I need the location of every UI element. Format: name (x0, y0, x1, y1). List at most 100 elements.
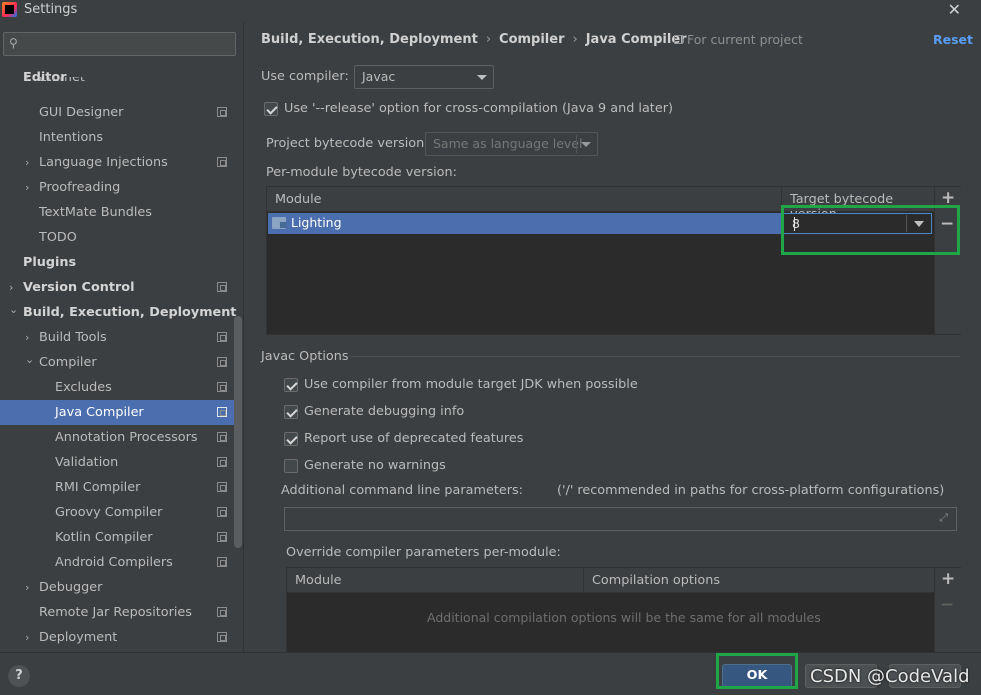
module-name: Lighting (291, 215, 342, 230)
sidebar-item-excludes[interactable]: Excludes (0, 375, 243, 400)
breadcrumb-item-current: Java Compiler (585, 32, 687, 47)
help-icon[interactable]: ? (8, 665, 30, 687)
project-scope-icon (217, 357, 227, 367)
column-header-module[interactable]: Module (275, 192, 322, 207)
javac-options-title: Javac Options (261, 349, 349, 364)
sidebar-item-version-control[interactable]: › Version Control (0, 275, 243, 300)
chevron-right-icon: › (25, 581, 30, 594)
per-module-bytecode-label: Per-module bytecode version: (266, 165, 457, 180)
override-params-table: Module Compilation options Additional co… (286, 567, 961, 653)
chevron-down-icon: ⌄ (25, 353, 35, 366)
sidebar-item-debugger[interactable]: › Debugger (0, 575, 243, 600)
sidebar-item-build-tools[interactable]: › Build Tools (0, 325, 243, 350)
sidebar-item-rmi-compiler[interactable]: RMI Compiler (0, 475, 243, 500)
cmd-params-input[interactable]: ⤢ (284, 507, 957, 531)
sidebar-item-validation[interactable]: Validation (0, 450, 243, 475)
table-row[interactable]: Lighting (268, 213, 782, 234)
sidebar-item-emmet[interactable]: › Emmet (0, 77, 243, 91)
intellij-app-icon (2, 2, 17, 17)
chevron-down-icon (581, 142, 591, 147)
sidebar-item-kotlin-compiler[interactable]: Kotlin Compiler (0, 525, 243, 550)
section-divider (350, 356, 960, 357)
scope-indicator: For current project (674, 32, 803, 47)
project-scope-icon (217, 432, 227, 442)
table-header: Module Compilation options (287, 568, 934, 593)
option-label: Generate debugging info (304, 404, 465, 419)
breadcrumb-separator: › (572, 32, 578, 47)
chevron-right-icon: › (25, 77, 29, 84)
sidebar-item-deployment[interactable]: › Deployment (0, 625, 243, 650)
expand-icon[interactable]: ⤢ (939, 511, 948, 525)
project-scope-icon (674, 35, 683, 44)
sidebar-item-textmate-bundles[interactable]: TextMate Bundles (0, 200, 243, 225)
column-header-module[interactable]: Module (295, 573, 342, 588)
search-icon: ⚲ (9, 36, 18, 50)
release-option-checkbox[interactable] (264, 102, 278, 116)
title-bar: Settings ✕ (0, 0, 981, 22)
sidebar-item-proofreading[interactable]: › Proofreading (0, 175, 243, 200)
sidebar-item-plugins[interactable]: Plugins (0, 250, 243, 275)
project-scope-icon (217, 332, 227, 342)
sidebar-item-annotation-processors[interactable]: Annotation Processors (0, 425, 243, 450)
use-compiler-label: Use compiler: (261, 69, 349, 84)
sidebar-item-android-compilers[interactable]: Android Compilers (0, 550, 243, 575)
project-scope-icon (217, 607, 227, 617)
sidebar-item-remote-jar-repositories[interactable]: Remote Jar Repositories (0, 600, 243, 625)
project-scope-icon (217, 507, 227, 517)
sidebar-item-build-execution-deployment[interactable]: ⌄ Build, Execution, Deployment (0, 300, 243, 325)
cmd-params-hint: ('/' recommended in paths for cross-plat… (557, 483, 945, 498)
project-bytecode-label: Project bytecode version: (266, 136, 429, 151)
breadcrumb-item[interactable]: Compiler (499, 32, 564, 47)
override-label: Override compiler parameters per-module: (286, 545, 561, 560)
highlight-box (781, 205, 960, 255)
option-label: Generate no warnings (304, 458, 446, 473)
project-scope-icon (217, 632, 227, 642)
sidebar-item-java-compiler[interactable]: Java Compiler (0, 400, 242, 425)
release-option-label: Use '--release' option for cross-compila… (284, 101, 673, 116)
project-scope-icon (217, 382, 227, 392)
project-scope-icon (217, 107, 227, 117)
breadcrumb: Build, Execution, Deployment › Compiler › Ja… (261, 32, 687, 47)
reset-link[interactable]: Reset (933, 32, 973, 47)
cmd-params-label: Additional command line parameters: (281, 483, 523, 498)
sidebar-item-compiler[interactable]: ⌄ Compiler (0, 350, 243, 375)
checkbox-no-warnings[interactable] (284, 459, 298, 473)
project-scope-icon (217, 557, 227, 567)
chevron-down-icon (477, 75, 487, 80)
project-bytecode-select: Same as language level (425, 132, 598, 156)
settings-sidebar: ⚲ Editor › Emmet GUI Designer Intentions… (0, 22, 244, 652)
settings-search-input[interactable]: ⚲ (3, 32, 236, 56)
project-scope-icon (217, 407, 227, 417)
chevron-right-icon: › (25, 631, 30, 644)
project-scope-icon (217, 157, 227, 167)
add-icon[interactable]: + (941, 569, 955, 589)
sidebar-item-intentions[interactable]: Intentions (0, 125, 243, 150)
breadcrumb-separator: › (485, 32, 492, 47)
option-label: Use compiler from module target JDK when… (304, 377, 638, 392)
sidebar-item-language-injections[interactable]: › Language Injections (0, 150, 243, 175)
option-label: Report use of deprecated features (304, 431, 524, 446)
chevron-right-icon: › (25, 156, 30, 169)
sidebar-scrollbar[interactable] (234, 316, 242, 548)
project-scope-icon (217, 532, 227, 542)
project-scope-icon (217, 482, 227, 492)
close-icon[interactable]: ✕ (948, 0, 961, 19)
sidebar-item-gui-designer[interactable]: GUI Designer (0, 100, 243, 125)
window-title: Settings (24, 2, 78, 17)
column-header-compilation-options[interactable]: Compilation options (592, 573, 720, 588)
checkbox-debugging-info[interactable] (284, 405, 298, 419)
checkbox-deprecated-features[interactable] (284, 432, 298, 446)
watermark: CSDN @CodeVald (810, 666, 970, 687)
empty-table-text: Additional compilation options will be t… (427, 610, 821, 625)
breadcrumb-item[interactable]: Build, Execution, Deployment (261, 32, 478, 47)
chevron-right-icon: › (25, 181, 30, 194)
project-scope-icon (217, 282, 227, 292)
use-compiler-select[interactable]: Javac (354, 65, 494, 89)
highlight-box (716, 653, 798, 689)
sidebar-item-todo[interactable]: TODO (0, 225, 243, 250)
checkbox-module-target-jdk[interactable] (284, 378, 298, 392)
project-scope-icon (217, 457, 227, 467)
remove-icon: − (940, 595, 955, 615)
sidebar-item-groovy-compiler[interactable]: Groovy Compiler (0, 500, 243, 525)
chevron-down-icon: ⌄ (9, 303, 19, 316)
